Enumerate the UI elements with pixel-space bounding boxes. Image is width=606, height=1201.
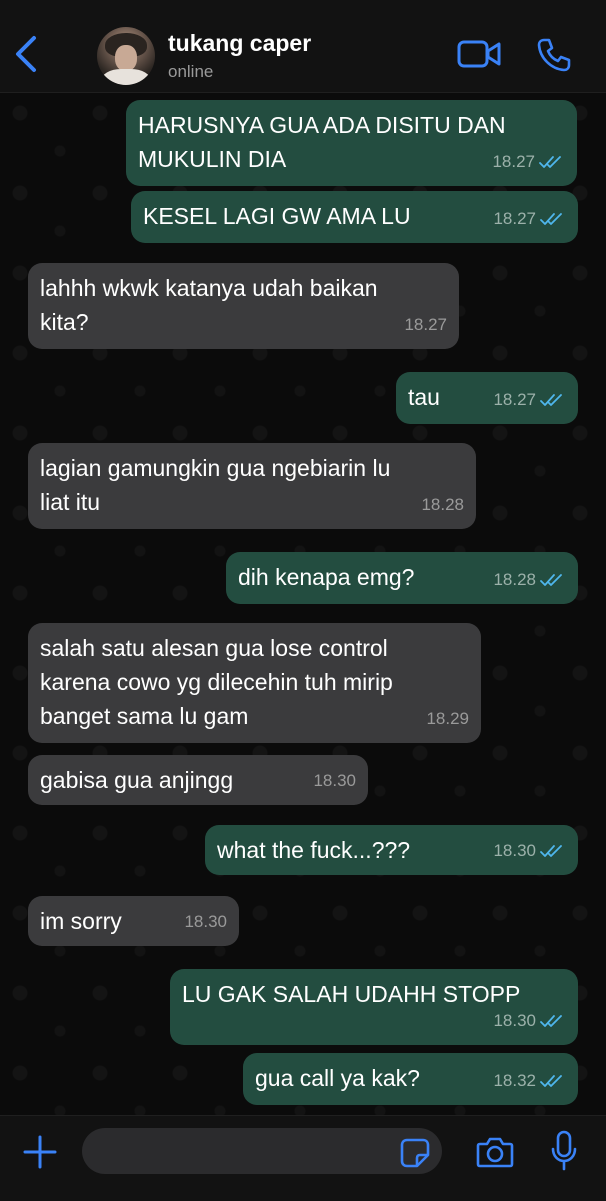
video-camera-icon — [457, 40, 501, 68]
message-time: 18.29 — [426, 709, 469, 728]
composer-bar — [0, 1115, 606, 1201]
message-time: 18.27 — [493, 390, 536, 409]
contact-status: online — [168, 62, 214, 81]
message-time: 18.28 — [493, 570, 536, 589]
microphone-icon — [551, 1130, 577, 1171]
message-time: 18.27 — [493, 209, 536, 228]
message-bubble-outgoing[interactable]: what the fuck...??? 18.30 — [205, 825, 578, 875]
camera-icon — [476, 1137, 514, 1168]
message-bubble-outgoing[interactable]: gua call ya kak? 18.32 — [243, 1053, 578, 1105]
double-check-icon — [540, 574, 562, 586]
message-text: gabisa gua anjingg — [40, 767, 234, 793]
message-bubble-outgoing[interactable]: HARUSNYA GUA ADA DISITU DAN MUKULIN DIA … — [126, 100, 577, 186]
message-time: 18.30 — [313, 771, 356, 790]
message-bubble-outgoing[interactable]: KESEL LAGI GW AMA LU 18.27 — [131, 191, 578, 243]
double-check-icon — [540, 1075, 562, 1087]
video-call-button[interactable] — [457, 38, 501, 70]
double-check-icon — [540, 213, 562, 225]
attach-button[interactable] — [22, 1134, 58, 1170]
avatar[interactable] — [97, 27, 155, 85]
message-bubble-incoming[interactable]: lahhh wkwk katanya udah baikan kita? 18.… — [28, 263, 459, 349]
message-bubble-incoming[interactable]: salah satu alesan gua lose control karen… — [28, 623, 481, 743]
double-check-icon — [539, 156, 561, 168]
back-button[interactable] — [10, 34, 44, 74]
chat-area[interactable]: HARUSNYA GUA ADA DISITU DAN MUKULIN DIA … — [0, 93, 606, 1115]
message-time: 18.28 — [421, 495, 464, 514]
double-check-icon — [540, 1015, 562, 1027]
message-text: lagian gamungkin gua ngebiarin lu liat i… — [40, 455, 391, 515]
contact-name[interactable]: tukang caper — [168, 30, 311, 57]
message-text: lahhh wkwk katanya udah baikan kita? — [40, 275, 378, 335]
chat-header: tukang caper online — [0, 0, 606, 93]
message-bubble-outgoing[interactable]: tau 18.27 — [396, 372, 578, 424]
microphone-button[interactable] — [551, 1130, 577, 1172]
message-bubble-incoming[interactable]: lagian gamungkin gua ngebiarin lu liat i… — [28, 443, 476, 529]
message-time: 18.32 — [493, 1071, 536, 1090]
message-bubble-outgoing[interactable]: LU GAK SALAH UDAHH STOPP 18.30 — [170, 969, 578, 1045]
double-check-icon — [540, 394, 562, 406]
message-text: salah satu alesan gua lose control karen… — [40, 635, 393, 729]
message-time: 18.27 — [404, 315, 447, 334]
message-time: 18.30 — [493, 841, 536, 860]
message-bubble-incoming[interactable]: gabisa gua anjingg 18.30 — [28, 755, 368, 805]
message-time: 18.30 — [493, 1011, 536, 1030]
message-input[interactable] — [82, 1128, 442, 1174]
plus-icon — [23, 1135, 57, 1169]
message-time: 18.30 — [184, 912, 227, 931]
phone-icon — [537, 38, 571, 72]
message-bubble-outgoing[interactable]: dih kenapa emg? 18.28 — [226, 552, 578, 604]
camera-button[interactable] — [476, 1136, 514, 1168]
sticker-button[interactable] — [400, 1138, 430, 1168]
voice-call-button[interactable] — [536, 37, 572, 73]
message-time: 18.27 — [492, 152, 535, 171]
message-bubble-incoming[interactable]: im sorry 18.30 — [28, 896, 239, 946]
sticker-icon — [400, 1138, 430, 1168]
chevron-left-icon — [16, 36, 36, 72]
double-check-icon — [540, 845, 562, 857]
